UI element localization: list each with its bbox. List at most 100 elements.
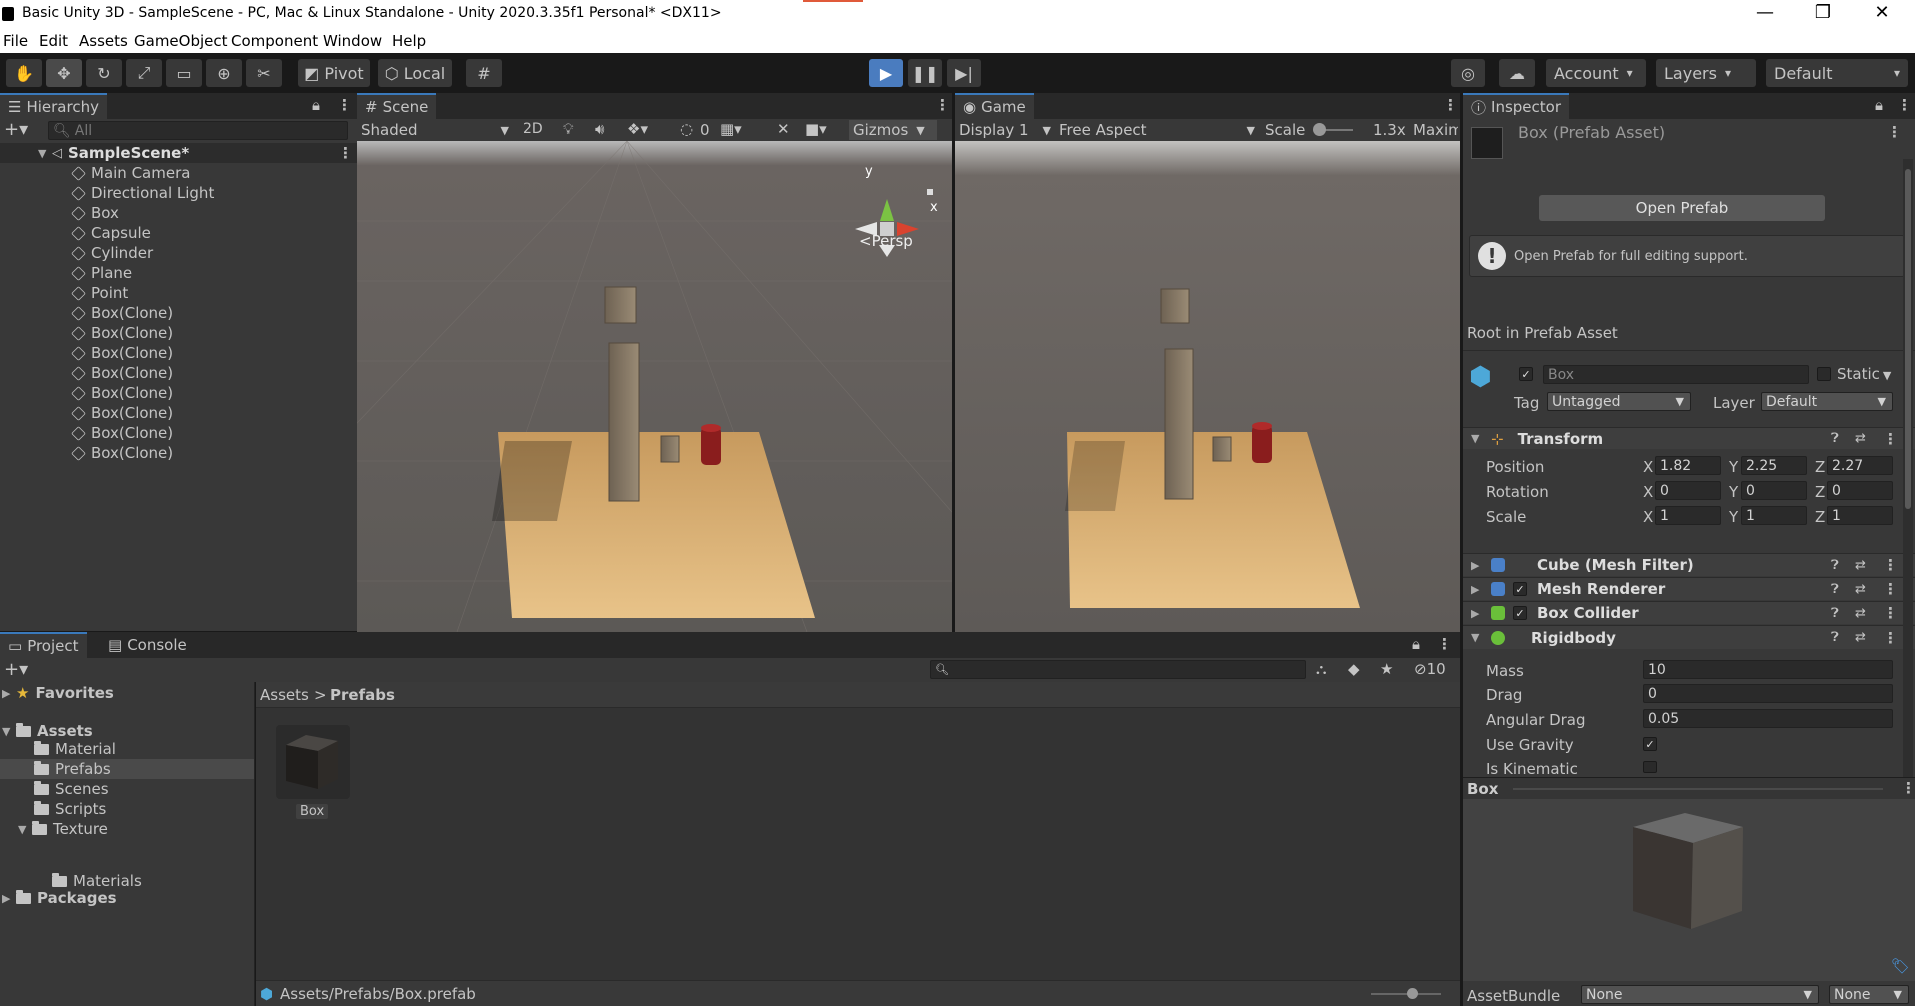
- preset-icon[interactable]: ⇄: [1855, 558, 1866, 573]
- inspector-lock-icon[interactable]: 🔒︎: [1875, 96, 1883, 114]
- transform-header[interactable]: ▼ ⊹ Transform ❓︎ ⇄ ⋮: [1463, 427, 1915, 449]
- expand-icon[interactable]: ▶: [2, 687, 16, 700]
- rotation-y-field[interactable]: 0: [1741, 481, 1807, 500]
- hierarchy-menu-icon[interactable]: ⋮: [337, 96, 352, 114]
- folder-item[interactable]: Scripts: [0, 799, 254, 819]
- expand-icon[interactable]: ▼: [18, 823, 32, 836]
- preview-area[interactable]: 🏷︎: [1463, 799, 1915, 981]
- hierarchy-search-input[interactable]: 🔍︎ All: [48, 121, 348, 140]
- tools-icon[interactable]: ✕: [777, 120, 790, 138]
- local-toggle[interactable]: ⬡ Local: [378, 59, 452, 87]
- preset-icon[interactable]: ⇄: [1855, 582, 1866, 597]
- hierarchy-item[interactable]: Box(Clone): [0, 443, 357, 463]
- hidden-packages-toggle[interactable]: ⊘10: [1414, 660, 1446, 678]
- preset-icon[interactable]: ⇄: [1855, 606, 1866, 621]
- lock-icon[interactable]: 🔒︎: [312, 96, 320, 114]
- pause-button[interactable]: ❚❚: [908, 59, 942, 87]
- create-asset-button[interactable]: +▾: [4, 659, 28, 680]
- tab-game[interactable]: ◉ Game: [955, 93, 1034, 119]
- component-enabled-checkbox[interactable]: ✓: [1513, 582, 1527, 596]
- add-object-button[interactable]: +▾: [4, 119, 28, 140]
- breadcrumb-prefabs[interactable]: Prefabs: [330, 686, 395, 704]
- folder-item[interactable]: ▼ Texture: [0, 819, 254, 839]
- use-gravity-checkbox[interactable]: ✓: [1643, 737, 1657, 751]
- is-kinematic-checkbox[interactable]: [1643, 761, 1657, 773]
- layout-dropdown[interactable]: Default: [1766, 59, 1908, 87]
- inspector-scrollbar[interactable]: [1903, 159, 1913, 779]
- position-x-field[interactable]: 1.82: [1655, 456, 1721, 475]
- zoom-slider-thumb[interactable]: [1407, 988, 1418, 999]
- favorite-star-icon[interactable]: ★: [1380, 660, 1393, 678]
- move-tool-icon[interactable]: ✥: [46, 59, 82, 87]
- hierarchy-item[interactable]: Box(Clone): [0, 303, 357, 323]
- position-z-field[interactable]: 2.27: [1827, 456, 1893, 475]
- static-checkbox[interactable]: [1817, 367, 1831, 381]
- preview-header[interactable]: Box ⋮: [1463, 777, 1915, 799]
- component-menu-icon[interactable]: ⋮: [1883, 580, 1898, 598]
- breadcrumb-assets[interactable]: Assets: [260, 686, 309, 704]
- preview-menu-icon[interactable]: ⋮: [1901, 779, 1915, 797]
- tag-dropdown[interactable]: Untagged ▼: [1547, 392, 1691, 411]
- tab-scene[interactable]: # Scene: [357, 93, 437, 119]
- assetbundle-variant-dropdown[interactable]: None ▼: [1829, 985, 1909, 1004]
- custom-tool-icon[interactable]: ✂: [246, 59, 282, 87]
- scale-slider[interactable]: [1313, 123, 1353, 136]
- label-tag-icon[interactable]: 🏷︎: [1891, 957, 1910, 975]
- expand-icon[interactable]: ▶: [1471, 583, 1485, 596]
- menu-window[interactable]: Window: [323, 32, 382, 50]
- grid-toggle-icon[interactable]: ▦▾: [720, 120, 742, 138]
- menu-assets[interactable]: Assets: [79, 32, 128, 50]
- hierarchy-item[interactable]: Box(Clone): [0, 363, 357, 383]
- expand-icon[interactable]: ▶: [2, 892, 16, 905]
- filter-type-icon[interactable]: ⛬: [1316, 660, 1327, 678]
- expand-icon[interactable]: ▶: [1471, 559, 1485, 572]
- component-menu-icon[interactable]: ⋮: [1883, 430, 1898, 448]
- tab-console[interactable]: ▤ Console: [100, 632, 195, 658]
- layers-dropdown[interactable]: Layers: [1656, 59, 1756, 87]
- account-dropdown[interactable]: Account: [1546, 59, 1646, 87]
- expand-icon[interactable]: ▼: [1471, 432, 1485, 445]
- audio-icon[interactable]: 🔊︎: [595, 120, 604, 138]
- drag-field[interactable]: 0: [1643, 684, 1893, 703]
- hierarchy-item[interactable]: Box(Clone): [0, 403, 357, 423]
- angular-drag-field[interactable]: 0.05: [1643, 709, 1893, 728]
- game-menu-icon[interactable]: ⋮: [1443, 96, 1458, 114]
- step-button[interactable]: ▶|: [947, 59, 981, 87]
- hidden-objects-icon[interactable]: ◌: [680, 120, 693, 138]
- active-checkbox[interactable]: ✓: [1519, 367, 1533, 381]
- filter-label-icon[interactable]: ◆: [1348, 660, 1360, 678]
- collab-icon[interactable]: ◎: [1451, 59, 1485, 87]
- project-search-input[interactable]: 🔍︎: [930, 660, 1306, 679]
- hierarchy-item[interactable]: Main Camera: [0, 163, 357, 183]
- scale-tool-icon[interactable]: ⤢: [126, 59, 162, 87]
- preset-icon[interactable]: ⇄: [1855, 630, 1866, 645]
- tab-project[interactable]: ▭ Project: [0, 632, 87, 658]
- hierarchy-item[interactable]: Box(Clone): [0, 423, 357, 443]
- menu-help[interactable]: Help: [392, 32, 426, 50]
- shading-dropdown[interactable]: Shaded ▼: [361, 120, 509, 140]
- help-icon[interactable]: ❓︎: [1831, 630, 1839, 645]
- assetbundle-dropdown[interactable]: None ▼: [1581, 985, 1819, 1004]
- play-button[interactable]: ▶: [869, 59, 903, 87]
- assets-row[interactable]: ▼ Assets: [0, 721, 93, 741]
- folder-item[interactable]: Prefabs: [0, 759, 254, 779]
- lighting-icon[interactable]: 💡︎: [563, 120, 574, 138]
- folder-item[interactable]: Scenes: [0, 779, 254, 799]
- project-lock-icon[interactable]: 🔒︎: [1412, 635, 1420, 653]
- scale-y-field[interactable]: 1: [1741, 506, 1807, 525]
- expand-icon[interactable]: ▼: [38, 147, 52, 160]
- expand-icon[interactable]: ▶: [1471, 607, 1485, 620]
- hierarchy-item[interactable]: Directional Light: [0, 183, 357, 203]
- hand-tool-icon[interactable]: ✋: [6, 59, 42, 87]
- component-header[interactable]: ▶ Cube (Mesh Filter) ❓︎ ⇄ ⋮: [1463, 553, 1915, 576]
- hierarchy-item[interactable]: Plane: [0, 263, 357, 283]
- mass-field[interactable]: 10: [1643, 660, 1893, 679]
- display-dropdown[interactable]: Display 1 ▼: [959, 120, 1051, 140]
- scale-x-field[interactable]: 1: [1655, 506, 1721, 525]
- component-menu-icon[interactable]: ⋮: [1883, 556, 1898, 574]
- cloud-icon[interactable]: ☁: [1499, 59, 1535, 87]
- rigidbody-header[interactable]: ▼ Rigidbody ❓︎ ⇄ ⋮: [1463, 625, 1915, 649]
- scrollbar-thumb[interactable]: [1905, 169, 1911, 509]
- packages-row[interactable]: ▶ Packages: [0, 888, 117, 908]
- menu-component[interactable]: Component: [231, 32, 318, 50]
